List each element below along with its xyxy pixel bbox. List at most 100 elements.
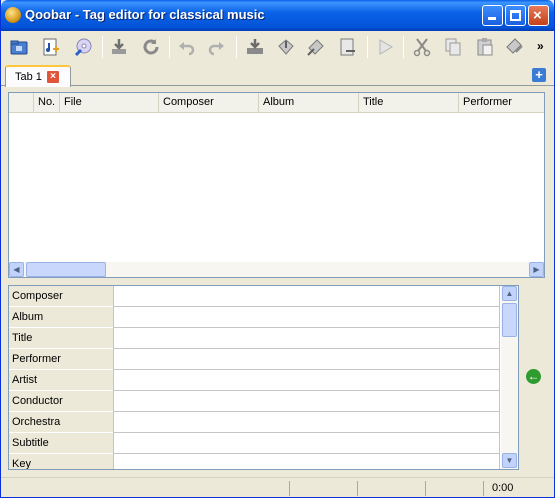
status-separator — [357, 481, 358, 496]
cd-icon — [74, 38, 92, 57]
column-header-number[interactable]: No. — [33, 93, 59, 112]
scroll-down-button[interactable]: ▼ — [502, 453, 517, 468]
tab-bar: Tab 1 × + — [1, 63, 554, 87]
cut-icon — [413, 38, 431, 57]
status-separator — [425, 481, 426, 496]
scroll-thumb[interactable] — [502, 303, 517, 337]
add-tab-button[interactable]: + — [532, 68, 546, 82]
remove-tags-button[interactable] — [501, 34, 527, 60]
maximize-button[interactable] — [505, 5, 526, 26]
paste-icon — [477, 38, 493, 56]
album-field[interactable] — [113, 307, 500, 328]
performer-field[interactable] — [113, 349, 500, 370]
add-files-button[interactable] — [38, 34, 64, 60]
maximize-icon — [510, 10, 521, 21]
paste-button[interactable] — [472, 34, 498, 60]
conductor-field[interactable] — [113, 391, 500, 412]
refresh-icon — [143, 39, 159, 55]
undo-button[interactable] — [174, 34, 200, 60]
tools-button[interactable] — [303, 34, 329, 60]
tag-row-composer: Composer — [9, 286, 500, 307]
horizontal-scrollbar[interactable]: ◀ ▶ — [9, 262, 544, 277]
tag-row-artist: Artist — [9, 370, 500, 391]
total-duration: 0:00 — [492, 482, 514, 494]
reload-button[interactable] — [138, 34, 164, 60]
tag-row-subtitle: Subtitle — [9, 433, 500, 454]
artist-field[interactable] — [113, 370, 500, 391]
undo-icon — [179, 42, 195, 56]
tag-row-key: Key — [9, 454, 500, 469]
status-bar: 0:00 — [1, 477, 554, 497]
key-field[interactable] — [113, 454, 500, 469]
vertical-scrollbar[interactable]: ▲ ▼ — [501, 286, 518, 469]
cut-button[interactable] — [409, 34, 435, 60]
app-window: Qoobar - Tag editor for classical music … — [0, 0, 555, 498]
apply-tags-button[interactable]: ← — [526, 369, 541, 384]
column-header-file[interactable]: File — [59, 93, 158, 112]
status-separator — [483, 481, 484, 496]
window-title: Qoobar - Tag editor for classical music — [25, 7, 265, 22]
column-header-album[interactable]: Album — [258, 93, 358, 112]
subtitle-field[interactable] — [113, 433, 500, 454]
orchestra-field[interactable] — [113, 412, 500, 433]
toolbar-separator — [169, 36, 170, 58]
tag-label: Composer — [9, 286, 113, 307]
open-folder-button[interactable] — [6, 34, 32, 60]
clear-tags-icon — [506, 38, 523, 54]
close-icon: × — [533, 7, 542, 24]
tag-import-icon — [278, 39, 294, 55]
scroll-right-button[interactable]: ▶ — [529, 262, 544, 277]
toolbar-separator — [367, 36, 368, 58]
table-header: No. File Composer Album Title Performer — [9, 93, 544, 113]
tag-label: Title — [9, 328, 113, 349]
toolbar-separator — [102, 36, 103, 58]
copy-icon — [445, 38, 461, 56]
column-header-title[interactable]: Title — [358, 93, 458, 112]
column-header-performer[interactable]: Performer — [458, 93, 544, 112]
title-field[interactable] — [113, 328, 500, 349]
redo-button[interactable] — [203, 34, 229, 60]
play-button[interactable] — [372, 34, 398, 60]
app-logo-icon — [5, 7, 21, 23]
import-tags-button[interactable] — [273, 34, 299, 60]
tag-label: Performer — [9, 349, 113, 370]
rename-icon — [340, 38, 355, 56]
scroll-thumb[interactable] — [26, 262, 106, 277]
copy-button[interactable] — [440, 34, 466, 60]
tag-row-performer: Performer — [9, 349, 500, 370]
tag-row-title: Title — [9, 328, 500, 349]
tag-row-orchestra: Orchestra — [9, 412, 500, 433]
tag-label: Subtitle — [9, 433, 113, 454]
tag-label: Orchestra — [9, 412, 113, 433]
save-button[interactable] — [242, 34, 268, 60]
track-table[interactable]: No. File Composer Album Title Performer … — [8, 92, 545, 278]
status-separator — [289, 481, 290, 496]
toolbar: » — [1, 31, 554, 63]
tab-1[interactable]: Tab 1 × — [5, 65, 71, 87]
column-header-composer[interactable]: Composer — [158, 93, 258, 112]
close-window-button[interactable]: × — [528, 5, 549, 26]
scroll-up-button[interactable]: ▲ — [502, 286, 517, 301]
add-files-icon — [43, 38, 59, 56]
rename-button[interactable] — [335, 34, 361, 60]
toolbar-overflow-button[interactable]: » — [537, 39, 544, 53]
tab-label: Tab 1 — [15, 71, 42, 83]
column-header-blank[interactable] — [9, 93, 33, 112]
save-icon — [247, 39, 263, 54]
import-button[interactable] — [106, 34, 132, 60]
tag-row-album: Album — [9, 307, 500, 328]
scroll-left-button[interactable]: ◀ — [9, 262, 24, 277]
minimize-button[interactable] — [482, 5, 503, 26]
open-folder-icon — [10, 40, 28, 55]
tag-label: Artist — [9, 370, 113, 391]
download-icon — [112, 39, 126, 54]
tab-close-button[interactable]: × — [46, 70, 60, 84]
tag-label: Album — [9, 307, 113, 328]
tag-label: Conductor — [9, 391, 113, 412]
cd-button[interactable] — [70, 34, 96, 60]
composer-field[interactable] — [113, 286, 500, 307]
title-bar[interactable]: Qoobar - Tag editor for classical music … — [1, 0, 554, 31]
toolbar-separator — [403, 36, 404, 58]
tag-tools-icon — [307, 39, 324, 56]
minimize-icon — [488, 17, 496, 20]
